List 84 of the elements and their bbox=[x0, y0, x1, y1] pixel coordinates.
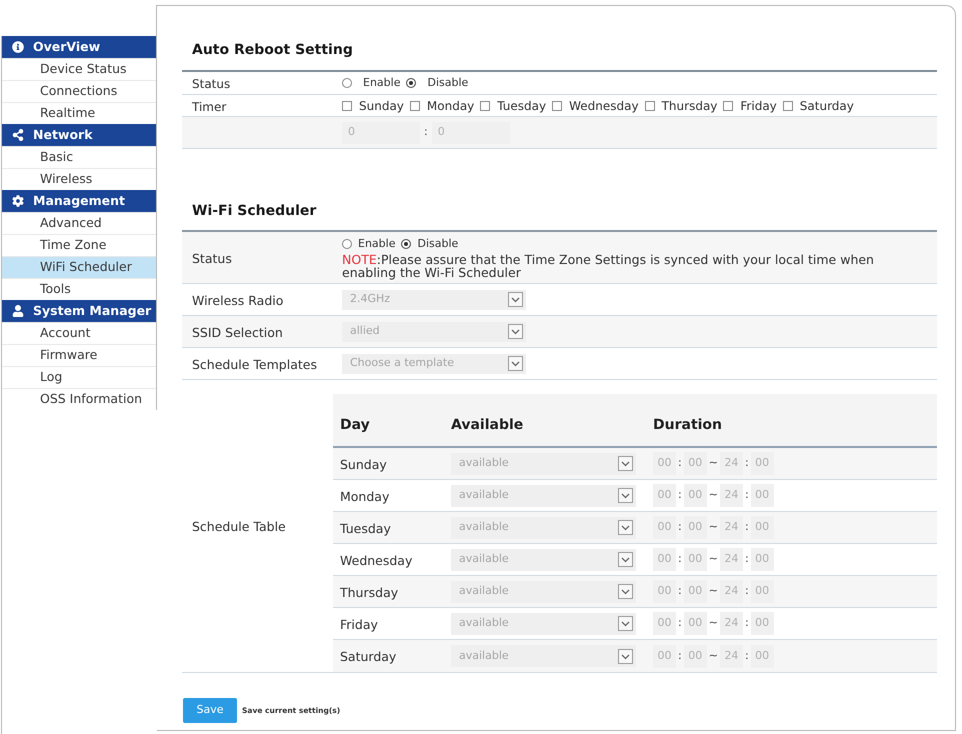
chevron-down-icon bbox=[508, 324, 523, 339]
checkbox-label: Sunday bbox=[359, 98, 404, 114]
time-separator: : bbox=[744, 487, 750, 504]
time-separator: ~ bbox=[708, 519, 719, 536]
chevron-down-icon bbox=[618, 488, 633, 503]
chevron-down-icon bbox=[618, 552, 633, 567]
time-separator: : bbox=[677, 487, 683, 504]
radio-label: Disable bbox=[427, 74, 468, 91]
time-separator: : bbox=[677, 455, 683, 472]
chevron-down-icon bbox=[618, 648, 633, 664]
chevron-down-icon bbox=[618, 456, 633, 471]
checkbox-label: Wednesday bbox=[569, 98, 639, 114]
sidebar-section-header[interactable]: Management bbox=[2, 190, 156, 212]
day-cell: Monday bbox=[340, 488, 390, 504]
time-separator: : bbox=[744, 519, 750, 536]
day-cell: Wednesday bbox=[340, 552, 412, 568]
radio-button[interactable] bbox=[342, 78, 352, 88]
chevron-down-icon bbox=[618, 616, 633, 631]
checkbox-label: Tuesday bbox=[497, 98, 546, 114]
checkbox[interactable] bbox=[410, 100, 420, 110]
chevron-down-icon bbox=[618, 584, 633, 599]
checkbox[interactable] bbox=[644, 100, 655, 110]
time-separator: : bbox=[744, 648, 750, 664]
time-separator: : bbox=[677, 583, 683, 600]
time-separator: ~ bbox=[708, 648, 719, 664]
field-label: Status bbox=[192, 77, 230, 91]
radio-button[interactable] bbox=[342, 239, 352, 249]
radio-label: Enable bbox=[363, 74, 400, 91]
checkbox-label: Thursday bbox=[662, 98, 718, 114]
info-icon bbox=[12, 41, 24, 53]
sidebar-item[interactable]: WiFi Scheduler bbox=[2, 256, 156, 278]
save-button[interactable]: Save bbox=[183, 698, 237, 723]
time-separator: : bbox=[677, 615, 683, 632]
time-separator: : bbox=[677, 519, 683, 536]
day-cell: Sunday bbox=[340, 456, 387, 472]
radio-label: Enable bbox=[358, 236, 396, 252]
checkbox-label: Saturday bbox=[800, 98, 854, 114]
time-separator: ~ bbox=[708, 551, 719, 568]
chevron-down-icon bbox=[508, 292, 523, 307]
field-label: Schedule Table bbox=[192, 519, 286, 534]
chevron-down-icon bbox=[508, 356, 523, 371]
checkbox-label: Friday bbox=[740, 98, 777, 114]
sidebar-section-header[interactable]: OverView bbox=[2, 36, 156, 58]
time-separator: : bbox=[744, 583, 750, 600]
column-header: Duration bbox=[653, 416, 722, 432]
checkbox[interactable] bbox=[723, 100, 734, 110]
day-cell: Thursday bbox=[340, 584, 398, 600]
sidebar-section-header[interactable]: Network bbox=[2, 124, 156, 146]
checkbox-label: Monday bbox=[426, 98, 474, 114]
settings-icon bbox=[12, 195, 24, 207]
checkbox[interactable] bbox=[552, 100, 562, 110]
time-separator: ~ bbox=[708, 583, 719, 600]
radio-button[interactable] bbox=[406, 78, 416, 88]
section-heading: Wi-Fi Scheduler bbox=[191, 202, 318, 220]
field-label: Wireless Radio bbox=[192, 292, 284, 308]
day-cell: Saturday bbox=[340, 649, 396, 664]
checkbox[interactable] bbox=[782, 100, 793, 110]
time-separator: : bbox=[744, 551, 750, 568]
chevron-down-icon bbox=[618, 520, 633, 535]
radio-label: Disable bbox=[417, 236, 458, 252]
time-separator: ~ bbox=[708, 487, 719, 504]
note-text: NOTE:Please assure that the Time Zone Settings is synced with your local time when enabling the Wi-Fi Scheduler bbox=[342, 253, 875, 280]
share-icon bbox=[12, 129, 24, 141]
time-separator: : bbox=[677, 648, 683, 664]
day-cell: Friday bbox=[340, 616, 378, 632]
field-label: Timer bbox=[192, 100, 226, 114]
radio-button[interactable] bbox=[401, 239, 412, 249]
checkbox[interactable] bbox=[342, 100, 352, 110]
day-cell: Tuesday bbox=[340, 520, 391, 536]
column-header: Day bbox=[340, 416, 370, 432]
time-separator: ~ bbox=[708, 455, 719, 472]
time-separator: : bbox=[744, 615, 750, 632]
time-separator: : bbox=[744, 455, 750, 472]
time-separator: : bbox=[677, 551, 683, 568]
field-label: SSID Selection bbox=[192, 324, 283, 340]
checkbox[interactable] bbox=[480, 100, 490, 110]
sidebar-section-header[interactable]: System Manager bbox=[2, 300, 156, 322]
user-icon bbox=[12, 305, 24, 317]
time-separator: : bbox=[423, 124, 429, 140]
field-label: Status bbox=[192, 250, 232, 266]
column-header: Available bbox=[451, 416, 524, 432]
section-heading: Auto Reboot Setting bbox=[191, 41, 354, 59]
field-label: Schedule Templates bbox=[192, 356, 317, 372]
time-separator: ~ bbox=[708, 615, 719, 632]
